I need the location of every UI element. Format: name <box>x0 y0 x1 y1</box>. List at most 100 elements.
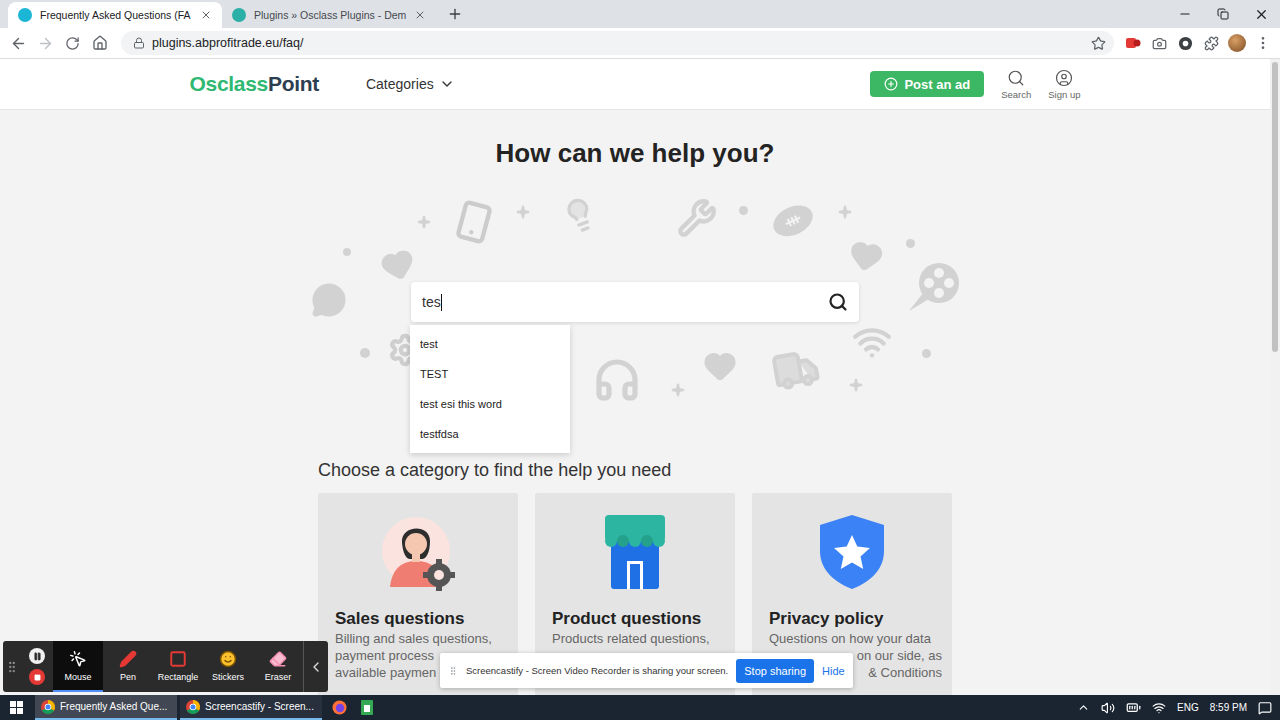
text-caret <box>441 294 442 311</box>
profile-button[interactable] <box>1224 30 1250 56</box>
reel-icon <box>905 259 961 315</box>
taskbar-item[interactable]: Screencastify - Screen... <box>180 695 322 720</box>
message-icon <box>311 282 347 318</box>
pinned-app[interactable] <box>353 695 381 720</box>
card-illustration <box>335 513 501 591</box>
decoration <box>852 322 892 362</box>
recording-controls <box>21 641 53 692</box>
scrollbar[interactable] <box>1270 59 1280 695</box>
heart-icon <box>703 349 737 383</box>
site-logo[interactable]: OsclassPoint <box>190 72 319 96</box>
bookmark-star[interactable] <box>1091 36 1106 51</box>
extension-button[interactable] <box>1146 30 1172 56</box>
tool-label: Pen <box>120 672 136 682</box>
extension-button[interactable] <box>1172 30 1198 56</box>
address-bar[interactable]: plugins.abprofitrade.eu/faq/ <box>121 31 1114 55</box>
tool-label: Rectangle <box>158 672 199 682</box>
recorder-tool[interactable]: Stickers <box>203 641 253 692</box>
decoration <box>838 205 852 219</box>
close-window-button[interactable] <box>1242 0 1280 28</box>
sparkle-icon <box>671 383 685 397</box>
dot-icon <box>343 248 351 256</box>
scrollbar-thumb[interactable] <box>1272 62 1278 352</box>
stop-sharing-button[interactable]: Stop sharing <box>736 659 814 683</box>
plus-circle-icon <box>884 77 898 91</box>
card-illustration <box>769 513 935 591</box>
sparkle-icon <box>417 215 431 229</box>
pinned-app[interactable] <box>325 695 353 720</box>
home-icon <box>92 35 108 51</box>
suggestion-item[interactable]: test esi this word <box>410 389 570 419</box>
circle-extension-icon <box>1178 36 1193 51</box>
post-ad-button[interactable]: Post an ad <box>870 71 984 97</box>
volume-icon[interactable] <box>1101 701 1115 715</box>
header-inner: OsclassPoint Categories Post an ad Search Si… <box>190 59 1081 109</box>
drag-handle[interactable] <box>3 641 21 692</box>
tab-close-button[interactable] <box>412 7 428 23</box>
header-action[interactable]: Search <box>1001 69 1031 100</box>
notifications-icon[interactable] <box>1258 701 1272 715</box>
forward-button[interactable] <box>32 30 59 56</box>
home-button[interactable] <box>86 30 113 56</box>
dot-icon <box>906 239 915 248</box>
pause-button[interactable] <box>29 648 45 664</box>
extensions-button[interactable] <box>1198 30 1224 56</box>
dot-icon <box>922 349 931 358</box>
sparkle-icon <box>849 378 863 392</box>
close-icon <box>1254 7 1269 22</box>
suggestion-item[interactable]: TEST <box>410 359 570 389</box>
language[interactable]: ENG <box>1177 702 1199 713</box>
wifi-icon[interactable] <box>1152 701 1166 715</box>
decoration <box>677 198 717 238</box>
wrench-icon <box>677 198 717 238</box>
extension-button[interactable] <box>1120 30 1146 56</box>
recorder-tool[interactable]: Eraser <box>253 641 303 692</box>
collapse-button[interactable] <box>303 641 328 692</box>
menu-button[interactable] <box>1250 30 1276 56</box>
favicon-icon <box>18 8 32 22</box>
browser-tab[interactable]: Frequently Asked Questions (FA <box>8 2 222 28</box>
search-icon[interactable] <box>828 292 848 312</box>
tab-title: Plugins » Osclass Plugins - Dem <box>254 9 404 21</box>
search-field[interactable]: tes <box>411 282 859 322</box>
close-icon <box>200 9 212 21</box>
puzzle-icon <box>1204 36 1219 51</box>
card-title: Product questions <box>552 608 718 630</box>
reload-button[interactable] <box>59 30 86 56</box>
drag-handle[interactable] <box>448 665 458 677</box>
decoration <box>846 236 885 275</box>
chevron-up-icon[interactable] <box>1077 701 1090 714</box>
post-ad-label: Post an ad <box>904 77 970 92</box>
decoration <box>417 215 431 229</box>
card-description: Products related questions, <box>552 630 718 647</box>
recorder-tool[interactable]: Pen <box>103 641 153 692</box>
dot-icon <box>360 348 370 358</box>
stop-button[interactable] <box>29 669 45 685</box>
wifi-icon <box>852 322 892 362</box>
decoration <box>739 206 748 215</box>
header-action[interactable]: Sign up <box>1048 69 1080 100</box>
decoration <box>448 196 499 247</box>
phone-icon <box>448 196 499 247</box>
star-icon <box>1091 36 1106 51</box>
recorder-tool[interactable]: Rectangle <box>153 641 203 692</box>
battery-icon[interactable] <box>1126 700 1141 715</box>
tab-close-button[interactable] <box>198 7 214 23</box>
restore-button[interactable] <box>1204 0 1242 28</box>
back-button[interactable] <box>5 30 32 56</box>
browser-tab[interactable]: Plugins » Osclass Plugins - Dem <box>222 2 436 28</box>
suggestion-item[interactable]: testfdsa <box>410 419 570 449</box>
suggestion-item[interactable]: test <box>410 329 570 359</box>
taskbar-item[interactable]: Frequently Asked Que... <box>35 695 177 720</box>
recorder-tool[interactable]: Mouse <box>53 641 103 692</box>
minimize-button[interactable] <box>1166 0 1204 28</box>
share-banner: Screencastify - Screen Video Recorder is… <box>440 653 853 688</box>
clock[interactable]: 8:59 PM <box>1210 702 1247 713</box>
new-tab-button[interactable] <box>442 1 468 27</box>
categories-menu[interactable]: Categories <box>366 76 455 92</box>
hide-link[interactable]: Hide <box>822 665 845 677</box>
support-person-icon <box>378 513 458 591</box>
start-button[interactable] <box>0 695 32 720</box>
heart-icon <box>377 244 419 286</box>
url-text: plugins.abprofitrade.eu/faq/ <box>152 36 304 50</box>
